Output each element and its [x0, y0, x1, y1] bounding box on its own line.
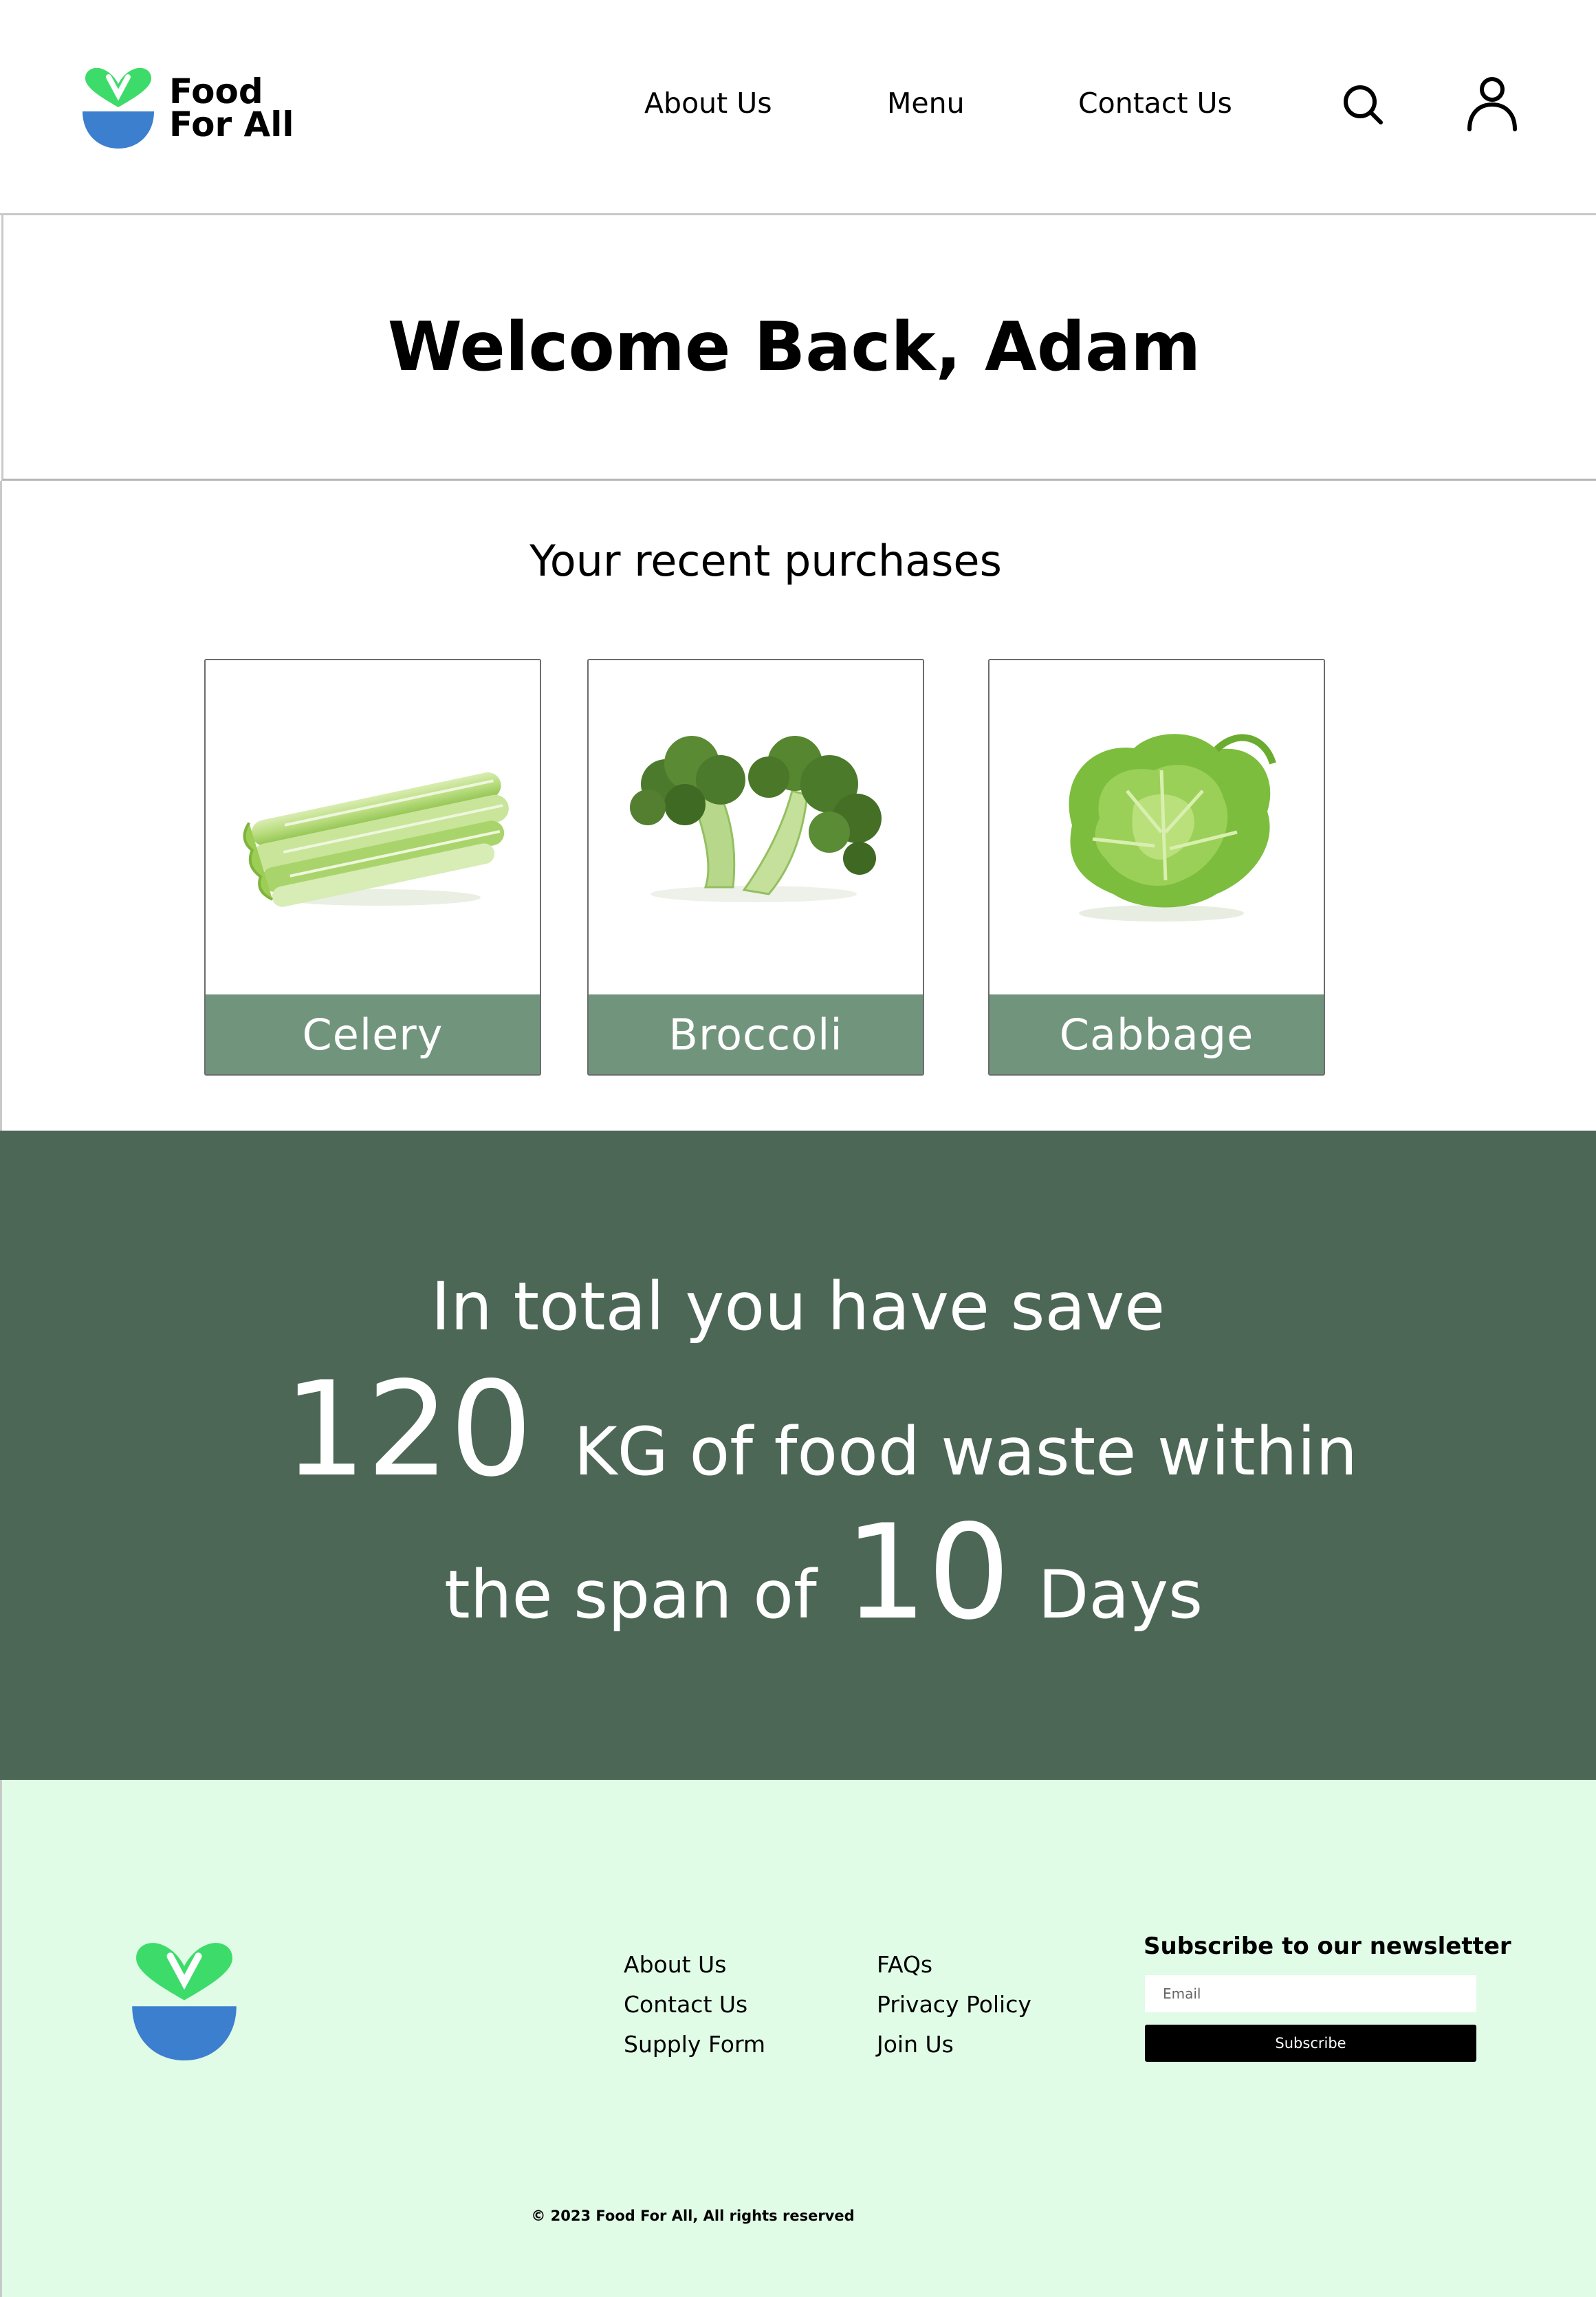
footer-link-faqs[interactable]: FAQs — [877, 1945, 1031, 1985]
purchase-card-label: Broccoli — [589, 994, 923, 1074]
savings-amount-value: 120 — [283, 1353, 533, 1505]
welcome-section: Welcome Back, Adam — [1, 215, 1596, 481]
copyright: © 2023 Food For All, All rights reserved — [2, 2208, 1596, 2224]
welcome-title: Welcome Back, Adam — [387, 307, 1201, 387]
savings-days-line: the span of 10 Days — [444, 1507, 1203, 1638]
savings-banner: In total you have save 120 KG of food wa… — [0, 1131, 1596, 1780]
savings-amount-line: 120 KG of food waste within — [283, 1364, 1357, 1495]
savings-days-value: 10 — [844, 1496, 1011, 1648]
footer-links-column-2: FAQs Privacy Policy Join Us — [877, 1945, 1031, 2065]
newsletter-form: Subscribe to our newsletter Subscribe — [1144, 1933, 1511, 2062]
nav-about-us[interactable]: About Us — [644, 87, 772, 120]
purchase-card-label: Cabbage — [990, 994, 1324, 1074]
savings-amount-text: KG of food waste within — [573, 1413, 1358, 1490]
newsletter-email-input[interactable] — [1145, 1975, 1476, 2012]
footer-link-supply-form[interactable]: Supply Form — [624, 2025, 765, 2065]
footer-link-join-us[interactable]: Join Us — [877, 2025, 1031, 2065]
page: Food For All About Us Menu Contact Us We… — [0, 0, 1596, 2297]
savings-days-suffix: Days — [1038, 1556, 1203, 1633]
search-button[interactable] — [1335, 77, 1390, 132]
celery-image — [206, 660, 540, 996]
purchase-card-label: Celery — [206, 994, 540, 1074]
footer-link-contact-us[interactable]: Contact Us — [624, 1985, 765, 2025]
footer-link-privacy-policy[interactable]: Privacy Policy — [877, 1985, 1031, 2025]
recent-purchases-section: Your recent purchases Celery Broccoli Ca… — [0, 481, 1596, 1131]
savings-span-prefix: the span of — [444, 1556, 817, 1633]
subscribe-button[interactable]: Subscribe — [1145, 2025, 1476, 2062]
purchase-card-celery[interactable]: Celery — [204, 659, 541, 1076]
account-button[interactable] — [1465, 77, 1520, 132]
copyright-text: © 2023 Food For All, All rights reserved — [531, 2208, 855, 2224]
site-footer: About Us Contact Us Supply Form FAQs Pri… — [0, 1780, 1596, 2297]
broccoli-image — [589, 660, 923, 996]
recent-purchases-title: Your recent purchases — [529, 536, 1002, 586]
search-icon — [1344, 85, 1383, 124]
logo-icon — [132, 1943, 237, 2060]
nav-contact-us[interactable]: Contact Us — [1078, 87, 1232, 120]
footer-logo[interactable] — [130, 1942, 239, 2064]
footer-link-about-us[interactable]: About Us — [624, 1945, 765, 1985]
purchase-card-cabbage[interactable]: Cabbage — [988, 659, 1325, 1076]
purchase-card-broccoli[interactable]: Broccoli — [587, 659, 924, 1076]
user-icon — [1467, 77, 1517, 131]
cabbage-image — [990, 660, 1324, 996]
nav-menu[interactable]: Menu — [887, 87, 965, 120]
savings-intro: In total you have save — [430, 1268, 1166, 1345]
site-header: Food For All About Us Menu Contact Us — [0, 0, 1596, 215]
newsletter-title: Subscribe to our newsletter — [1144, 1933, 1511, 1960]
footer-links-column-1: About Us Contact Us Supply Form — [624, 1945, 765, 2065]
